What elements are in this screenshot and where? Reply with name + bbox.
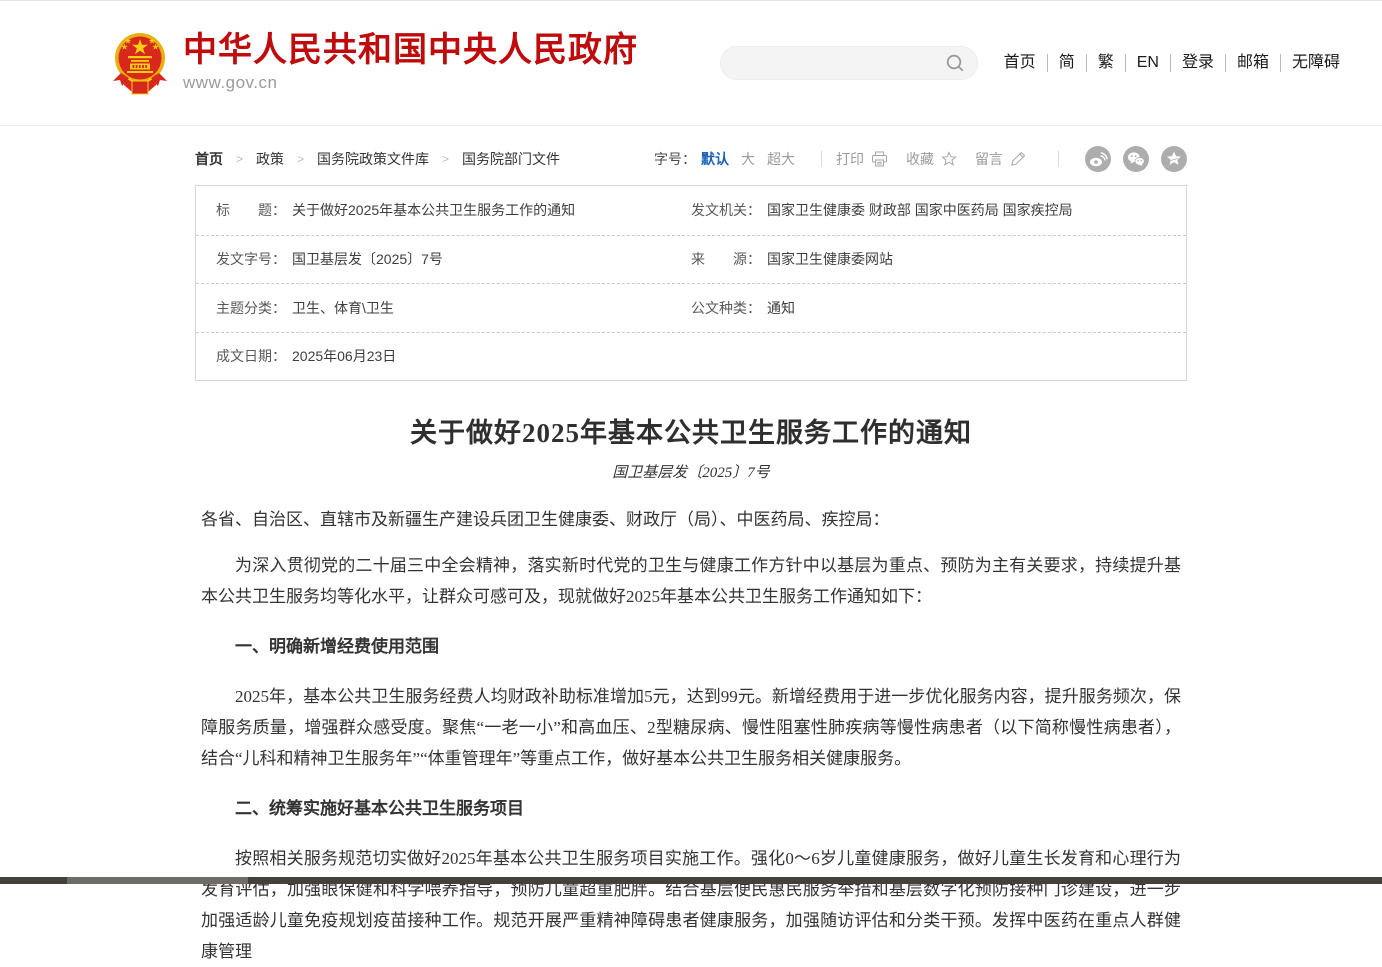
share-qzone-button[interactable] bbox=[1161, 146, 1187, 172]
meta-cell-date: 成文日期： 2025年06月23日 bbox=[196, 346, 691, 366]
print-label: 打印 bbox=[836, 149, 864, 169]
font-size-large[interactable]: 大 bbox=[741, 149, 755, 169]
meta-label: 主题分类： bbox=[216, 298, 286, 318]
meta-cell-doc-number: 发文字号： 国卫基层发〔2025〕7号 bbox=[196, 249, 691, 269]
breadcrumb-toolbar-row: 首页 > 政策 > 国务院政策文件库 > 国务院部门文件 字号： 默认 大 超大… bbox=[195, 147, 1187, 171]
qzone-icon bbox=[1164, 149, 1184, 169]
breadcrumb-department-documents[interactable]: 国务院部门文件 bbox=[462, 149, 560, 169]
tools-divider bbox=[821, 151, 822, 167]
nav-link-english[interactable]: EN bbox=[1125, 54, 1170, 72]
printer-icon bbox=[871, 151, 888, 167]
breadcrumb-separator-icon: > bbox=[442, 152, 449, 166]
document-meta-table: 标 题： 关于做好2025年基本公共卫生服务工作的通知 发文机关： 国家卫生健康… bbox=[195, 185, 1187, 381]
body-paragraph: 为深入贯彻党的二十届三中全会精神，落实新时代党的卫生与健康工作方针中以基层为重点… bbox=[201, 550, 1181, 612]
pencil-icon bbox=[1010, 151, 1026, 167]
breadcrumb-policy[interactable]: 政策 bbox=[256, 149, 284, 169]
section-heading-2: 二、统筹实施好基本公共卫生服务项目 bbox=[201, 793, 1181, 824]
paragraph-salutation: 各省、自治区、直辖市及新疆生产建设兵团卫生健康委、财政厅（局）、中医药局、疾控局… bbox=[201, 504, 1181, 535]
meta-value: 关于做好2025年基本公共卫生服务工作的通知 bbox=[292, 200, 575, 220]
meta-row: 成文日期： 2025年06月23日 bbox=[196, 332, 1186, 381]
site-title: 中华人民共和国中央人民政府 bbox=[183, 33, 638, 69]
top-nav: 首页 简 繁 EN 登录 邮箱 无障碍 bbox=[1004, 54, 1340, 72]
print-button[interactable]: 打印 bbox=[836, 149, 888, 169]
weibo-icon bbox=[1088, 149, 1108, 169]
breadcrumb-separator-icon: > bbox=[297, 152, 304, 166]
document-title: 关于做好2025年基本公共卫生服务工作的通知 bbox=[0, 411, 1382, 450]
meta-label: 标 题： bbox=[216, 200, 286, 220]
nav-link-mail[interactable]: 邮箱 bbox=[1225, 54, 1280, 72]
meta-value: 国卫基层发〔2025〕7号 bbox=[292, 249, 443, 269]
meta-row: 主题分类： 卫生、体育\卫生 公文种类： 通知 bbox=[196, 283, 1186, 332]
meta-value: 国家卫生健康委网站 bbox=[767, 249, 893, 269]
meta-cell-issuing-agency: 发文机关： 国家卫生健康委 财政部 国家中医药局 国家疾控局 bbox=[691, 200, 1186, 220]
font-size-default[interactable]: 默认 bbox=[701, 149, 729, 169]
breadcrumb: 首页 > 政策 > 国务院政策文件库 > 国务院部门文件 bbox=[195, 149, 560, 169]
nav-link-traditional[interactable]: 繁 bbox=[1086, 54, 1125, 72]
meta-label: 发文机关： bbox=[691, 200, 761, 220]
favorite-button[interactable]: 收藏 bbox=[906, 149, 957, 169]
breadcrumb-policy-library[interactable]: 国务院政策文件库 bbox=[317, 149, 429, 169]
nav-link-simplified[interactable]: 简 bbox=[1047, 54, 1086, 72]
site-url: www.gov.cn bbox=[183, 73, 638, 93]
meta-value: 卫生、体育\卫生 bbox=[292, 298, 394, 318]
body-paragraph: 按照相关服务规范切实做好2025年基本公共卫生服务项目实施工作。强化0～6岁儿童… bbox=[201, 843, 1181, 967]
meta-label: 成文日期： bbox=[216, 346, 286, 366]
meta-value: 2025年06月23日 bbox=[292, 346, 396, 366]
breadcrumb-home[interactable]: 首页 bbox=[195, 149, 223, 169]
meta-cell-doc-type: 公文种类： 通知 bbox=[691, 298, 1186, 318]
meta-label: 发文字号： bbox=[216, 249, 286, 269]
search-input[interactable] bbox=[737, 54, 945, 72]
meta-label: 来 源： bbox=[691, 249, 761, 269]
meta-cell-title: 标 题： 关于做好2025年基本公共卫生服务工作的通知 bbox=[196, 200, 691, 220]
star-icon bbox=[941, 151, 957, 167]
gov-logo[interactable]: 中华人民共和国中央人民政府 www.gov.cn bbox=[112, 31, 638, 95]
search-bar[interactable] bbox=[720, 46, 978, 80]
share-wechat-button[interactable] bbox=[1123, 146, 1149, 172]
national-emblem-icon bbox=[112, 31, 168, 95]
meta-row: 发文字号： 国卫基层发〔2025〕7号 来 源： 国家卫生健康委网站 bbox=[196, 235, 1186, 284]
header-inner: 中华人民共和国中央人民政府 www.gov.cn 首页 简 繁 EN 登录 bbox=[112, 1, 1340, 125]
header-right: 首页 简 繁 EN 登录 邮箱 无障碍 bbox=[720, 46, 1340, 80]
meta-label: 公文种类： bbox=[691, 298, 761, 318]
font-size-xlarge[interactable]: 超大 bbox=[767, 149, 795, 169]
document-number: 国卫基层发〔2025〕7号 bbox=[0, 461, 1382, 482]
meta-cell-source: 来 源： 国家卫生健康委网站 bbox=[691, 249, 1186, 269]
site-header: 中华人民共和国中央人民政府 www.gov.cn 首页 简 繁 EN 登录 bbox=[0, 1, 1382, 126]
horizontal-scrollbar[interactable] bbox=[0, 877, 1382, 884]
scrollbar-thumb[interactable] bbox=[67, 877, 248, 884]
search-button[interactable] bbox=[945, 53, 965, 73]
body-paragraph: 2025年，基本公共卫生服务经费人均财政补助标准增加5元，达到99元。新增经费用… bbox=[201, 681, 1181, 774]
nav-link-accessibility[interactable]: 无障碍 bbox=[1280, 54, 1340, 72]
search-icon bbox=[945, 53, 965, 73]
nav-link-home[interactable]: 首页 bbox=[1004, 54, 1047, 72]
comment-button[interactable]: 留言 bbox=[975, 149, 1026, 169]
nav-link-login[interactable]: 登录 bbox=[1170, 54, 1225, 72]
meta-row: 标 题： 关于做好2025年基本公共卫生服务工作的通知 发文机关： 国家卫生健康… bbox=[196, 186, 1186, 235]
meta-value: 国家卫生健康委 财政部 国家中医药局 国家疾控局 bbox=[767, 200, 1073, 220]
breadcrumb-separator-icon: > bbox=[236, 152, 243, 166]
meta-cell-topic-category: 主题分类： 卫生、体育\卫生 bbox=[196, 298, 691, 318]
wechat-icon bbox=[1126, 149, 1146, 169]
document-body: 各省、自治区、直辖市及新疆生产建设兵团卫生健康委、财政厅（局）、中医药局、疾控局… bbox=[201, 504, 1181, 967]
meta-value: 通知 bbox=[767, 298, 795, 318]
article-tools: 字号： 默认 大 超大 打印 收藏 留言 bbox=[654, 146, 1187, 172]
tools-divider bbox=[1058, 151, 1059, 167]
share-weibo-button[interactable] bbox=[1085, 146, 1111, 172]
favorite-label: 收藏 bbox=[906, 149, 934, 169]
font-size-label: 字号： bbox=[654, 149, 696, 169]
comment-label: 留言 bbox=[975, 149, 1003, 169]
logo-text: 中华人民共和国中央人民政府 www.gov.cn bbox=[183, 33, 638, 94]
section-heading-1: 一、明确新增经费使用范围 bbox=[201, 631, 1181, 662]
